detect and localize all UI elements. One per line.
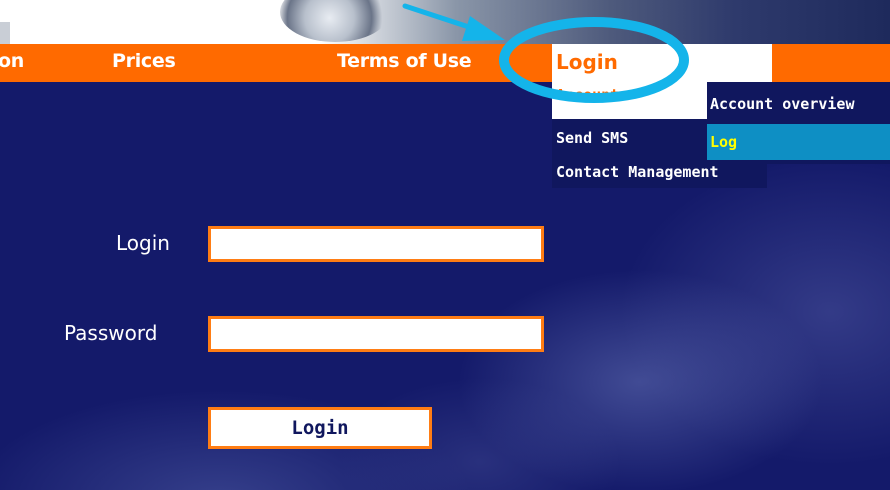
dropdown-item-contact-management[interactable]: Contact Management [556, 163, 719, 181]
nav-login-label: Login [556, 50, 618, 74]
dropdown-item-send-sms[interactable]: Send SMS [556, 129, 628, 147]
dropdown-item-account-label: Account [556, 86, 620, 104]
nav-item-partial[interactable]: on [0, 50, 24, 72]
submenu-item-log-label: Log [710, 133, 738, 151]
login-button[interactable]: Login [208, 407, 432, 449]
header-corner-graphic [0, 22, 10, 44]
password-input[interactable] [208, 316, 544, 352]
submenu-item-log[interactable]: Log [707, 124, 890, 160]
nav-item-prices[interactable]: Prices [112, 50, 176, 72]
header-image [270, 0, 890, 44]
nav-item-login[interactable]: Login [552, 44, 772, 82]
dropdown-item-account[interactable]: Account [552, 82, 707, 119]
account-submenu: Account overview Log [707, 82, 890, 164]
header-banner [0, 0, 890, 44]
nav-item-terms-of-use[interactable]: Terms of Use [337, 50, 472, 72]
password-label: Password [64, 321, 158, 345]
login-label: Login [116, 231, 170, 255]
header-swirl-graphic [280, 0, 390, 42]
submenu-item-account-overview-label: Account overview [710, 95, 855, 113]
submenu-item-account-overview[interactable]: Account overview [707, 86, 890, 122]
login-input[interactable] [208, 226, 544, 262]
